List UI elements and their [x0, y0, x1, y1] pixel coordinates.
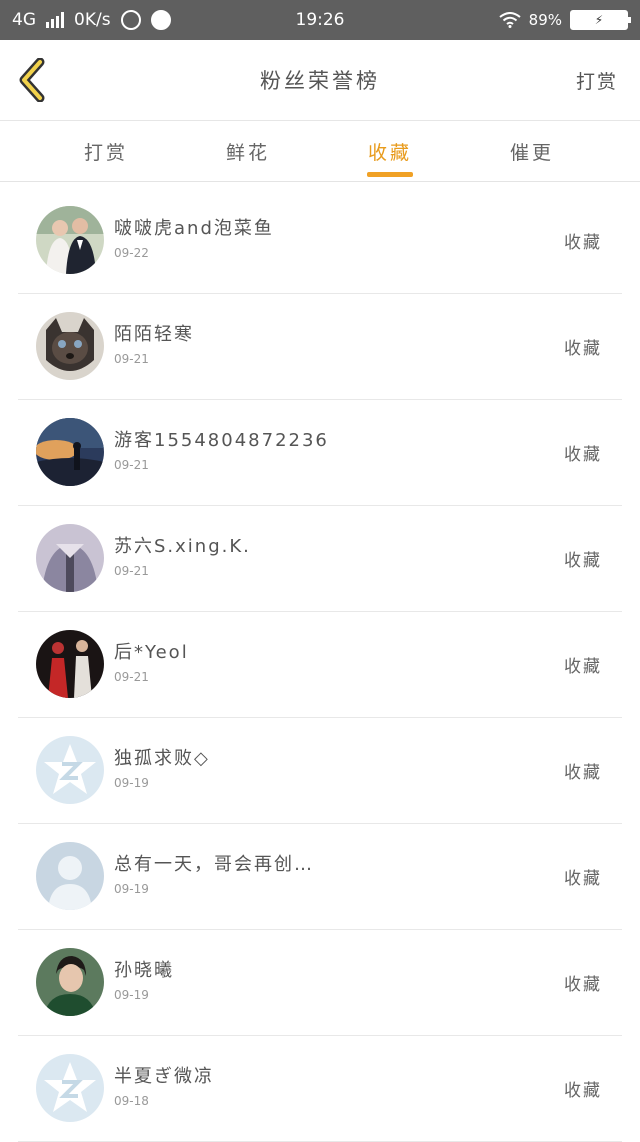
date: 09-21 — [114, 458, 149, 472]
tab-label: 收藏 — [367, 141, 412, 164]
nickname: 独孤求败◇ — [114, 748, 210, 769]
avatar[interactable] — [36, 630, 104, 698]
list-item[interactable]: 游客1554804872236 09-21 收藏 — [18, 400, 622, 506]
action-label: 收藏 — [564, 975, 602, 995]
date: 09-19 — [114, 988, 149, 1002]
default-star-avatar-icon — [36, 736, 104, 804]
default-star-avatar-icon — [36, 1054, 104, 1122]
action-label: 收藏 — [564, 869, 602, 889]
action-label: 收藏 — [564, 551, 602, 571]
cat-photo-avatar — [36, 312, 104, 380]
avatar[interactable] — [36, 524, 104, 592]
nickname: 孙晓曦 — [114, 960, 174, 981]
date: 09-18 — [114, 1094, 149, 1108]
page-title: 粉丝荣誉榜 — [260, 69, 380, 93]
couple-photo-avatar — [36, 206, 104, 274]
nickname: 半夏ぎ微凉 — [114, 1066, 214, 1087]
action-label: 收藏 — [564, 445, 602, 465]
avatar[interactable] — [36, 312, 104, 380]
battery-percent: 89% — [528, 11, 562, 29]
tab-label: 鲜花 — [225, 141, 270, 164]
tab-flowers[interactable]: 鲜花 — [188, 121, 308, 181]
tab-label: 打赏 — [83, 141, 128, 164]
tab-favorites[interactable]: 收藏 — [330, 121, 450, 181]
date: 09-21 — [114, 564, 149, 578]
nickname: 后*Yeol — [114, 642, 189, 663]
chevron-left-icon — [19, 57, 45, 103]
list-item[interactable]: 孙晓曦 09-19 收藏 — [18, 930, 622, 1036]
tab-reward[interactable]: 打赏 — [46, 121, 166, 181]
date: 09-21 — [114, 352, 149, 366]
date: 09-22 — [114, 246, 149, 260]
avatar[interactable] — [36, 1054, 104, 1122]
list-item[interactable]: 半夏ぎ微凉 09-18 收藏 — [18, 1036, 622, 1142]
tab-urge-update[interactable]: 催更 — [472, 121, 592, 181]
action-label: 收藏 — [564, 657, 602, 677]
avatar[interactable] — [36, 736, 104, 804]
fan-list: 啵啵虎and泡菜鱼 09-22 收藏 陌陌轻寒 09-21 收藏 游客15548… — [0, 188, 640, 1142]
reward-button[interactable]: 打赏 — [576, 40, 618, 120]
avatar[interactable] — [36, 206, 104, 274]
wifi-icon — [499, 12, 521, 28]
back-button[interactable] — [14, 57, 54, 103]
default-person-avatar-icon — [36, 842, 104, 910]
list-item[interactable]: 后*Yeol 09-21 收藏 — [18, 612, 622, 718]
avatar[interactable] — [36, 842, 104, 910]
stage-photo-avatar — [36, 630, 104, 698]
action-label: 收藏 — [564, 339, 602, 359]
nickname: 陌陌轻寒 — [114, 324, 194, 345]
top-bar: 粉丝荣誉榜 打赏 — [0, 40, 640, 121]
action-label: 收藏 — [564, 233, 602, 253]
date: 09-19 — [114, 882, 149, 896]
date: 09-19 — [114, 776, 149, 790]
battery-icon: ⚡ — [570, 10, 631, 30]
action-label: 收藏 — [564, 763, 602, 783]
nickname: 游客1554804872236 — [114, 430, 329, 451]
list-item[interactable]: 陌陌轻寒 09-21 收藏 — [18, 294, 622, 400]
boy-photo-avatar — [36, 948, 104, 1016]
list-item[interactable]: 苏六S.xing.K. 09-21 收藏 — [18, 506, 622, 612]
action-label: 收藏 — [564, 1081, 602, 1101]
list-item[interactable]: 啵啵虎and泡菜鱼 09-22 收藏 — [18, 188, 622, 294]
nickname: 苏六S.xing.K. — [114, 536, 251, 557]
list-item[interactable]: 独孤求败◇ 09-19 收藏 — [18, 718, 622, 824]
active-tab-indicator — [367, 172, 413, 177]
avatar[interactable] — [36, 948, 104, 1016]
date: 09-21 — [114, 670, 149, 684]
avatar[interactable] — [36, 418, 104, 486]
nickname: 啵啵虎and泡菜鱼 — [114, 218, 274, 239]
list-item[interactable]: 总有一天，哥会再创… 09-19 收藏 — [18, 824, 622, 930]
status-bar: 4G 0K/s 19:26 89% ⚡ — [0, 0, 640, 40]
tab-bar: 打赏 鲜花 收藏 催更 — [0, 121, 640, 182]
nickname: 总有一天，哥会再创… — [114, 854, 314, 875]
person-photo-avatar — [36, 524, 104, 592]
status-right: 89% ⚡ — [499, 0, 631, 40]
sunset-photo-avatar — [36, 418, 104, 486]
tab-label: 催更 — [509, 141, 554, 164]
